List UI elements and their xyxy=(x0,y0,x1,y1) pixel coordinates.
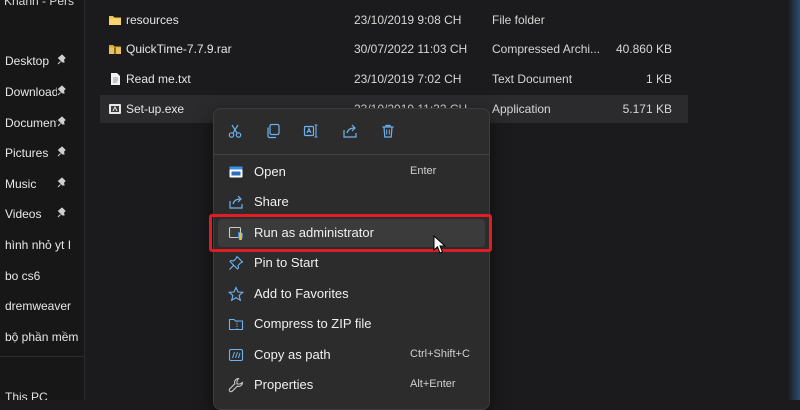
sidebar-item-label: Documents xyxy=(5,116,57,130)
pin-icon xyxy=(57,146,66,157)
navigation-pane: Khanh - Pers Desktop Downloads Documents… xyxy=(0,0,85,400)
file-date: 23/10/2019 9:08 CH xyxy=(354,13,462,27)
sidebar-item-desktop[interactable]: Desktop xyxy=(0,47,84,75)
star-icon xyxy=(228,286,244,302)
sidebar-item-dremweaver[interactable]: dremweaver xyxy=(0,292,84,320)
file-date: 30/07/2022 11:03 CH xyxy=(354,42,468,56)
menu-item-share[interactable]: Share xyxy=(218,188,485,216)
file-date: 23/10/2019 7:02 CH xyxy=(354,72,462,86)
sidebar-item-hinh-nho[interactable]: hình nhỏ yt I xyxy=(0,231,84,259)
copy-button[interactable] xyxy=(259,119,287,143)
delete-button[interactable] xyxy=(374,119,402,143)
archive-icon xyxy=(109,45,121,54)
sidebar-item-label: Videos xyxy=(5,207,42,221)
desktop-background-edge xyxy=(788,0,800,400)
user-folder-item[interactable]: Khanh - Pers xyxy=(4,0,74,8)
zip-icon xyxy=(228,318,244,331)
sidebar-item-bo-phan-mem[interactable]: bộ phần mềm xyxy=(0,323,84,351)
menu-item-copy-as-path[interactable]: Copy as path Ctrl+Shift+C xyxy=(218,341,485,369)
menu-item-compress-to-zip[interactable]: Compress to ZIP file xyxy=(218,310,485,338)
menu-item-label: Copy as path xyxy=(254,347,331,362)
sidebar-item-videos[interactable]: Videos xyxy=(0,200,84,228)
mouse-cursor-icon xyxy=(433,235,447,254)
file-name: Set-up.exe xyxy=(126,102,185,116)
sidebar-item-documents[interactable]: Documents xyxy=(0,109,84,137)
menu-item-properties[interactable]: Properties Alt+Enter xyxy=(218,371,485,399)
context-menu-divider xyxy=(214,154,489,155)
sidebar-divider xyxy=(0,356,84,357)
open-icon xyxy=(229,166,243,178)
menu-item-label: Open xyxy=(254,164,286,179)
file-type: File folder xyxy=(492,13,545,27)
rename-button[interactable] xyxy=(297,119,325,143)
sidebar-item-downloads[interactable]: Downloads xyxy=(0,78,84,106)
exe-icon xyxy=(109,104,121,114)
menu-item-shortcut: Enter xyxy=(410,165,437,177)
sidebar-item-label: Pictures xyxy=(5,146,49,160)
file-size: 1 KB xyxy=(645,72,672,86)
file-type: Application xyxy=(492,102,551,116)
file-type: Compressed Archi... xyxy=(492,42,601,56)
sidebar-item-bo-cs6[interactable]: bo cs6 xyxy=(0,262,84,290)
sidebar-item-label: bo cs6 xyxy=(5,269,41,283)
rename-icon xyxy=(303,124,318,138)
share-quick-button[interactable] xyxy=(336,119,364,143)
path-icon xyxy=(228,348,244,362)
file-size: 40.860 KB xyxy=(615,42,672,56)
copy-icon xyxy=(267,123,280,139)
file-type: Text Document xyxy=(492,72,573,86)
sidebar-item-label: dremweaver xyxy=(5,299,72,313)
pin-icon xyxy=(229,255,244,270)
file-name: Read me.txt xyxy=(126,72,191,86)
cut-button[interactable] xyxy=(221,119,249,143)
sidebar-item-pictures[interactable]: Pictures xyxy=(0,139,84,167)
highlight-annotation-box xyxy=(209,214,492,252)
menu-item-label: Share xyxy=(254,194,289,209)
share-icon xyxy=(229,195,243,209)
sidebar-item-label: Downloads xyxy=(5,85,57,99)
file-size: 5.171 KB xyxy=(622,102,672,116)
pin-icon xyxy=(57,116,66,127)
sidebar-item-label: bộ phần mềm xyxy=(5,330,79,344)
context-menu: Open Enter Share Run as administrator Pi… xyxy=(213,108,490,410)
pin-icon xyxy=(57,207,66,218)
delete-icon xyxy=(382,124,394,138)
menu-item-open[interactable]: Open Enter xyxy=(218,158,485,186)
file-row-quicktime[interactable]: QuickTime-7.7.9.rar 30/07/2022 11:03 CH … xyxy=(100,35,688,63)
menu-item-add-to-favorites[interactable]: Add to Favorites xyxy=(218,280,485,308)
menu-item-shortcut: Ctrl+Shift+C xyxy=(410,348,470,360)
cut-icon xyxy=(228,124,242,138)
menu-item-label: Properties xyxy=(254,377,314,392)
menu-item-label: Compress to ZIP file xyxy=(254,316,372,331)
text-file-icon xyxy=(111,73,120,85)
menu-item-label: Pin to Start xyxy=(254,255,319,270)
file-name: resources xyxy=(126,13,179,27)
folder-icon xyxy=(109,16,121,25)
sidebar-item-label: Desktop xyxy=(5,54,50,68)
file-row-resources[interactable]: resources 23/10/2019 9:08 CH File folder xyxy=(100,6,688,34)
file-row-readme[interactable]: Read me.txt 23/10/2019 7:02 CH Text Docu… xyxy=(100,65,688,93)
share-icon xyxy=(343,124,357,138)
pin-icon xyxy=(57,85,66,96)
file-name: QuickTime-7.7.9.rar xyxy=(126,42,232,56)
menu-item-shortcut: Alt+Enter xyxy=(410,378,456,390)
pin-icon xyxy=(57,54,66,65)
menu-item-label: Add to Favorites xyxy=(254,286,349,301)
sidebar-item-music[interactable]: Music xyxy=(0,170,84,198)
sidebar-item-label: Music xyxy=(5,177,37,191)
sidebar-item-this-pc[interactable]: This PC xyxy=(5,390,48,400)
sidebar-item-label: hình nhỏ yt I xyxy=(5,238,72,252)
wrench-icon xyxy=(228,377,244,393)
pin-icon xyxy=(57,177,66,188)
